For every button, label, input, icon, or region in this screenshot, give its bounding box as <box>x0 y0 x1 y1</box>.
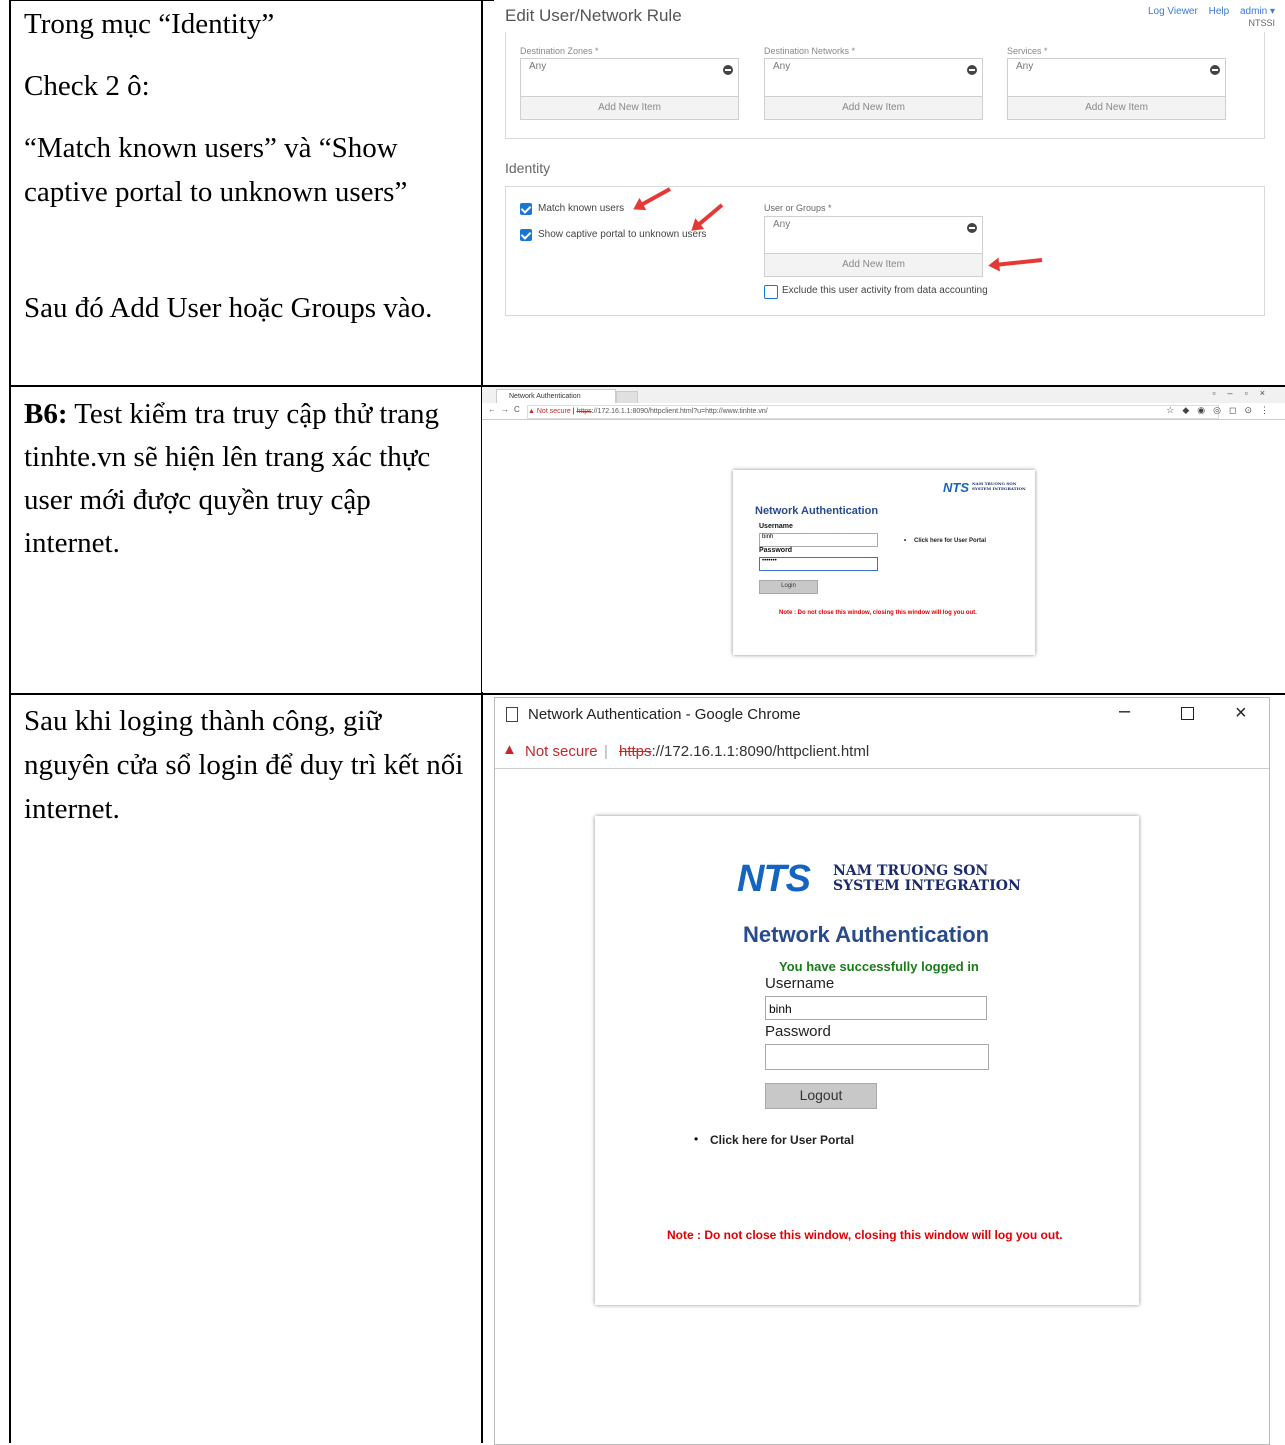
password-input[interactable]: ••••••• <box>759 557 878 571</box>
rule-editor-screenshot: Edit User/Network Rule Log Viewer Help a… <box>494 0 1285 320</box>
users-add-button[interactable]: Add New Item <box>764 253 983 277</box>
keep-window-note: Note : Do not close this window, closing… <box>779 610 977 616</box>
dest-zones-field[interactable]: Any <box>520 58 739 99</box>
close-button[interactable]: × <box>1235 702 1247 725</box>
https-scheme: https <box>619 743 652 760</box>
dest-networks-label: Destination Networks * <box>764 46 856 56</box>
url-separator: | <box>604 743 608 760</box>
portal-bullet: • <box>904 538 907 544</box>
nts-logo-icon: NTS <box>943 480 969 495</box>
log-viewer-link[interactable]: Log Viewer <box>1148 6 1198 17</box>
services-label: Services * <box>1007 46 1048 56</box>
username-label: Username <box>759 523 793 530</box>
services-value: Any <box>1016 61 1034 72</box>
users-value: Any <box>773 219 791 230</box>
row1-para-2: Check 2 ô: <box>24 70 150 102</box>
not-secure-label: Not secure <box>525 743 598 760</box>
portal-bullet: • <box>694 1132 699 1146</box>
services-field[interactable]: Any <box>1007 58 1226 99</box>
match-known-users-checkbox[interactable] <box>520 203 532 215</box>
row1-para-4: Sau đó Add User hoặc Groups vào. <box>24 292 433 324</box>
login-button[interactable]: Login <box>759 580 818 594</box>
https-scheme: https <box>576 408 592 415</box>
remove-icon[interactable] <box>967 223 977 233</box>
tab-bar: Network Authentication ▫–▫× <box>482 387 1285 405</box>
browser-login-screenshot: Network Authentication ▫–▫× ←→C ▲ Not se… <box>482 387 1285 692</box>
not-secure-label: Not secure <box>536 408 571 415</box>
success-message: You have successfully logged in <box>779 959 979 974</box>
url-rest: ://172.16.1.1:8090/httpclient.html <box>651 743 870 760</box>
step-text: Test kiểm tra truy cập thử trang tinhte.… <box>24 398 440 559</box>
dest-zones-label: Destination Zones * <box>520 46 599 56</box>
row2-text: B6: Test kiểm tra truy cập thử trang tin… <box>24 393 464 565</box>
nav-icons[interactable]: ←→C <box>488 405 525 414</box>
rule-title: Edit User/Network Rule <box>505 6 682 25</box>
services-add-button[interactable]: Add New Item <box>1007 96 1226 120</box>
dest-zones-value: Any <box>529 61 547 72</box>
window-controls[interactable]: ▫–▫× <box>1212 388 1277 398</box>
page-icon <box>506 707 518 722</box>
nts-logo-icon: NTS <box>737 858 811 900</box>
user-portal-link[interactable]: Click here for User Portal <box>710 1133 854 1147</box>
users-label: User or Groups * <box>764 203 832 213</box>
remove-icon[interactable] <box>1210 65 1220 75</box>
exclude-accounting-label: Exclude this user activity from data acc… <box>782 285 988 296</box>
extension-icons[interactable]: ☆◆◉◎◻⊙⋮ <box>1166 405 1277 416</box>
username-label: Username <box>765 975 835 992</box>
password-input[interactable] <box>765 1044 989 1070</box>
dest-networks-value: Any <box>773 61 791 72</box>
password-label: Password <box>759 547 793 554</box>
auth-heading: Network Authentication <box>743 922 990 947</box>
address-bar[interactable]: ▲ Not secure | https://172.16.1.1:8090/h… <box>495 736 1269 769</box>
window-title: Network Authentication - Google Chrome <box>528 706 801 723</box>
logout-button[interactable]: Logout <box>765 1083 877 1109</box>
auth-box: NTS NAM TRUONG SON SYSTEM INTEGRATION Ne… <box>595 816 1139 1305</box>
dest-zones-add-button[interactable]: Add New Item <box>520 96 739 120</box>
identity-heading: Identity <box>505 160 551 176</box>
nts-logo-line1: NAM TRUONG SON <box>833 863 989 879</box>
help-link[interactable]: Help <box>1209 6 1230 17</box>
captive-portal-label: Show captive portal to unknown users <box>538 229 707 240</box>
user-portal-link[interactable]: Click here for User Portal <box>914 538 986 544</box>
dest-networks-field[interactable]: Any <box>764 58 983 99</box>
table-border-left <box>9 0 11 1443</box>
table-divider <box>481 0 483 1443</box>
row1-para-1: Trong mục “Identity” <box>24 8 275 40</box>
url-text: https://172.16.1.1:8090/httpclient.html <box>619 743 869 760</box>
keep-window-note: Note : Do not close this window, closing… <box>667 1228 1063 1242</box>
top-links: Log Viewer Help admin ▾ <box>1140 6 1275 17</box>
auth-heading: Network Authentication <box>755 505 879 517</box>
logged-in-window-screenshot: Network Authentication - Google Chrome –… <box>494 697 1270 1445</box>
org-name: NTSSI <box>1248 18 1275 28</box>
maximize-button[interactable] <box>1181 707 1194 720</box>
minimize-button[interactable]: – <box>1119 700 1130 723</box>
dest-networks-add-button[interactable]: Add New Item <box>764 96 983 120</box>
username-input[interactable]: binh <box>759 533 878 547</box>
admin-menu[interactable]: admin ▾ <box>1240 6 1275 17</box>
omnibox[interactable]: ▲ Not secure | https://172.16.1.1:8090/h… <box>527 405 1219 419</box>
row-divider-2 <box>9 693 1285 695</box>
window-titlebar: Network Authentication - Google Chrome –… <box>495 698 1269 736</box>
warning-icon: ▲ <box>528 408 537 415</box>
users-field[interactable]: Any <box>764 216 983 257</box>
remove-icon[interactable] <box>967 65 977 75</box>
auth-box: NTS NAM TRUONG SON SYSTEM INTEGRATION Ne… <box>733 470 1035 655</box>
tab-network-authentication[interactable]: Network Authentication <box>496 389 616 403</box>
password-label: Password <box>765 1023 831 1040</box>
url-rest: ://172.16.1.1:8090/httpclient.html?u=htt… <box>591 408 768 415</box>
captive-portal-checkbox[interactable] <box>520 229 532 241</box>
step-label: B6: <box>24 398 68 430</box>
row1-para-3: “Match known users” và “Show captive por… <box>24 132 408 208</box>
remove-icon[interactable] <box>723 65 733 75</box>
match-known-users-label: Match known users <box>538 203 625 214</box>
exclude-accounting-checkbox[interactable] <box>764 285 778 299</box>
username-input[interactable]: binh <box>765 996 987 1020</box>
nts-logo-line2: SYSTEM INTEGRATION <box>833 878 1021 894</box>
nts-logo-subtitle: NAM TRUONG SON SYSTEM INTEGRATION <box>972 481 1026 491</box>
address-bar: ←→C ▲ Not secure | https://172.16.1.1:80… <box>482 403 1285 420</box>
row3-text: Sau khi loging thành công, giữ nguyên cử… <box>24 705 464 825</box>
warning-icon: ▲ <box>502 741 517 758</box>
